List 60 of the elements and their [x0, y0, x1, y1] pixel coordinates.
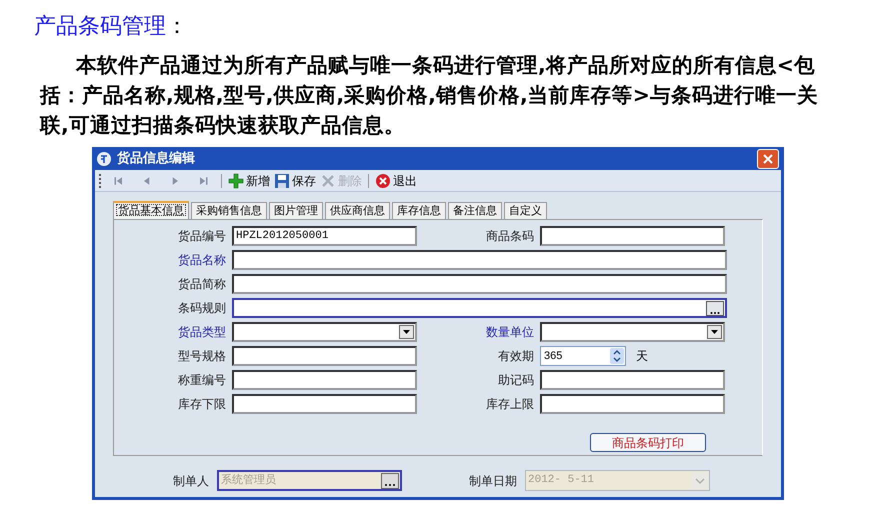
toolbar-button[interactable]: 退出	[373, 172, 419, 190]
field-label: 型号规格	[177, 348, 227, 365]
field-label: 货品编号	[177, 228, 227, 245]
toolbar-button[interactable]: 新增	[226, 172, 272, 190]
app-logo-icon	[97, 152, 111, 166]
field-label: 制单日期	[468, 472, 518, 490]
window-title: 货品信息编辑	[117, 150, 195, 168]
tab[interactable]: 图片管理	[269, 202, 323, 219]
caret-icon	[399, 325, 414, 339]
field-label: 制单人	[172, 472, 210, 490]
field-label: 条码规则	[177, 300, 227, 317]
field-label: 库存上限	[485, 396, 535, 413]
tab[interactable]: 货品基本信息	[113, 201, 189, 219]
unit-label: 天	[636, 348, 648, 365]
field-value: 系统管理员	[221, 472, 276, 488]
last-record-icon	[197, 174, 209, 186]
text-field[interactable]: HPZL2012050001	[232, 226, 417, 246]
text-field[interactable]	[540, 394, 725, 414]
field-label: 数量单位	[485, 324, 535, 341]
plus-icon	[228, 172, 244, 188]
field-value: 2012- 5-11	[528, 473, 594, 488]
field-label: 货品类型	[177, 324, 227, 341]
toolbar-button[interactable]: 保存	[272, 172, 318, 190]
slide-title: 产品条码管理：	[34, 13, 188, 41]
text-field[interactable]	[232, 250, 727, 270]
slide-paragraph: 本软件产品通过为所有产品赋与唯一条码进行管理,将产品所对应的所有信息<包括：产品名称,规格,型号,供应商,采购价格,销售价格,当前库存等>与条码进行唯一关联,可通过扫描条码快速获取产品信息。	[40, 52, 819, 139]
first-record-icon	[113, 174, 125, 186]
field-label: 称重编号	[177, 372, 227, 389]
cross-icon	[320, 172, 336, 188]
tab[interactable]: 自定义	[504, 202, 547, 219]
field-label: 商品条码	[485, 228, 535, 245]
dropdown-field[interactable]	[232, 322, 417, 342]
field-value: 365	[544, 348, 562, 364]
dropdown-field[interactable]	[540, 322, 725, 342]
text-field[interactable]	[540, 226, 725, 246]
field-label: 库存下限	[177, 396, 227, 413]
close-icon	[375, 172, 391, 188]
ellipsis-icon	[381, 472, 399, 488]
text-field[interactable]	[232, 370, 417, 390]
text-field[interactable]	[540, 370, 725, 390]
caret-icon	[707, 325, 722, 339]
tab[interactable]: 库存信息	[392, 202, 446, 219]
browse-field[interactable]	[232, 298, 727, 318]
ellipsis-icon	[706, 300, 724, 316]
stepper-icon	[610, 348, 624, 364]
print-barcode-button[interactable]: 商品条码打印	[590, 433, 706, 452]
text-field[interactable]	[232, 346, 417, 366]
close-icon	[763, 154, 773, 164]
field-label: 货品简称	[177, 276, 227, 293]
field-label: 货品名称	[177, 252, 227, 269]
tab[interactable]: 供应商信息	[325, 202, 390, 219]
tab[interactable]: 采购销售信息	[191, 202, 267, 219]
number-field[interactable]: 365	[540, 346, 626, 366]
text-field[interactable]	[232, 274, 727, 294]
tab[interactable]: 备注信息	[448, 202, 502, 219]
text-field[interactable]	[232, 394, 417, 414]
field-label: 有效期	[497, 348, 535, 365]
chevron-down-icon	[692, 472, 708, 488]
close-button[interactable]	[757, 148, 779, 168]
field-label: 助记码	[497, 372, 535, 389]
